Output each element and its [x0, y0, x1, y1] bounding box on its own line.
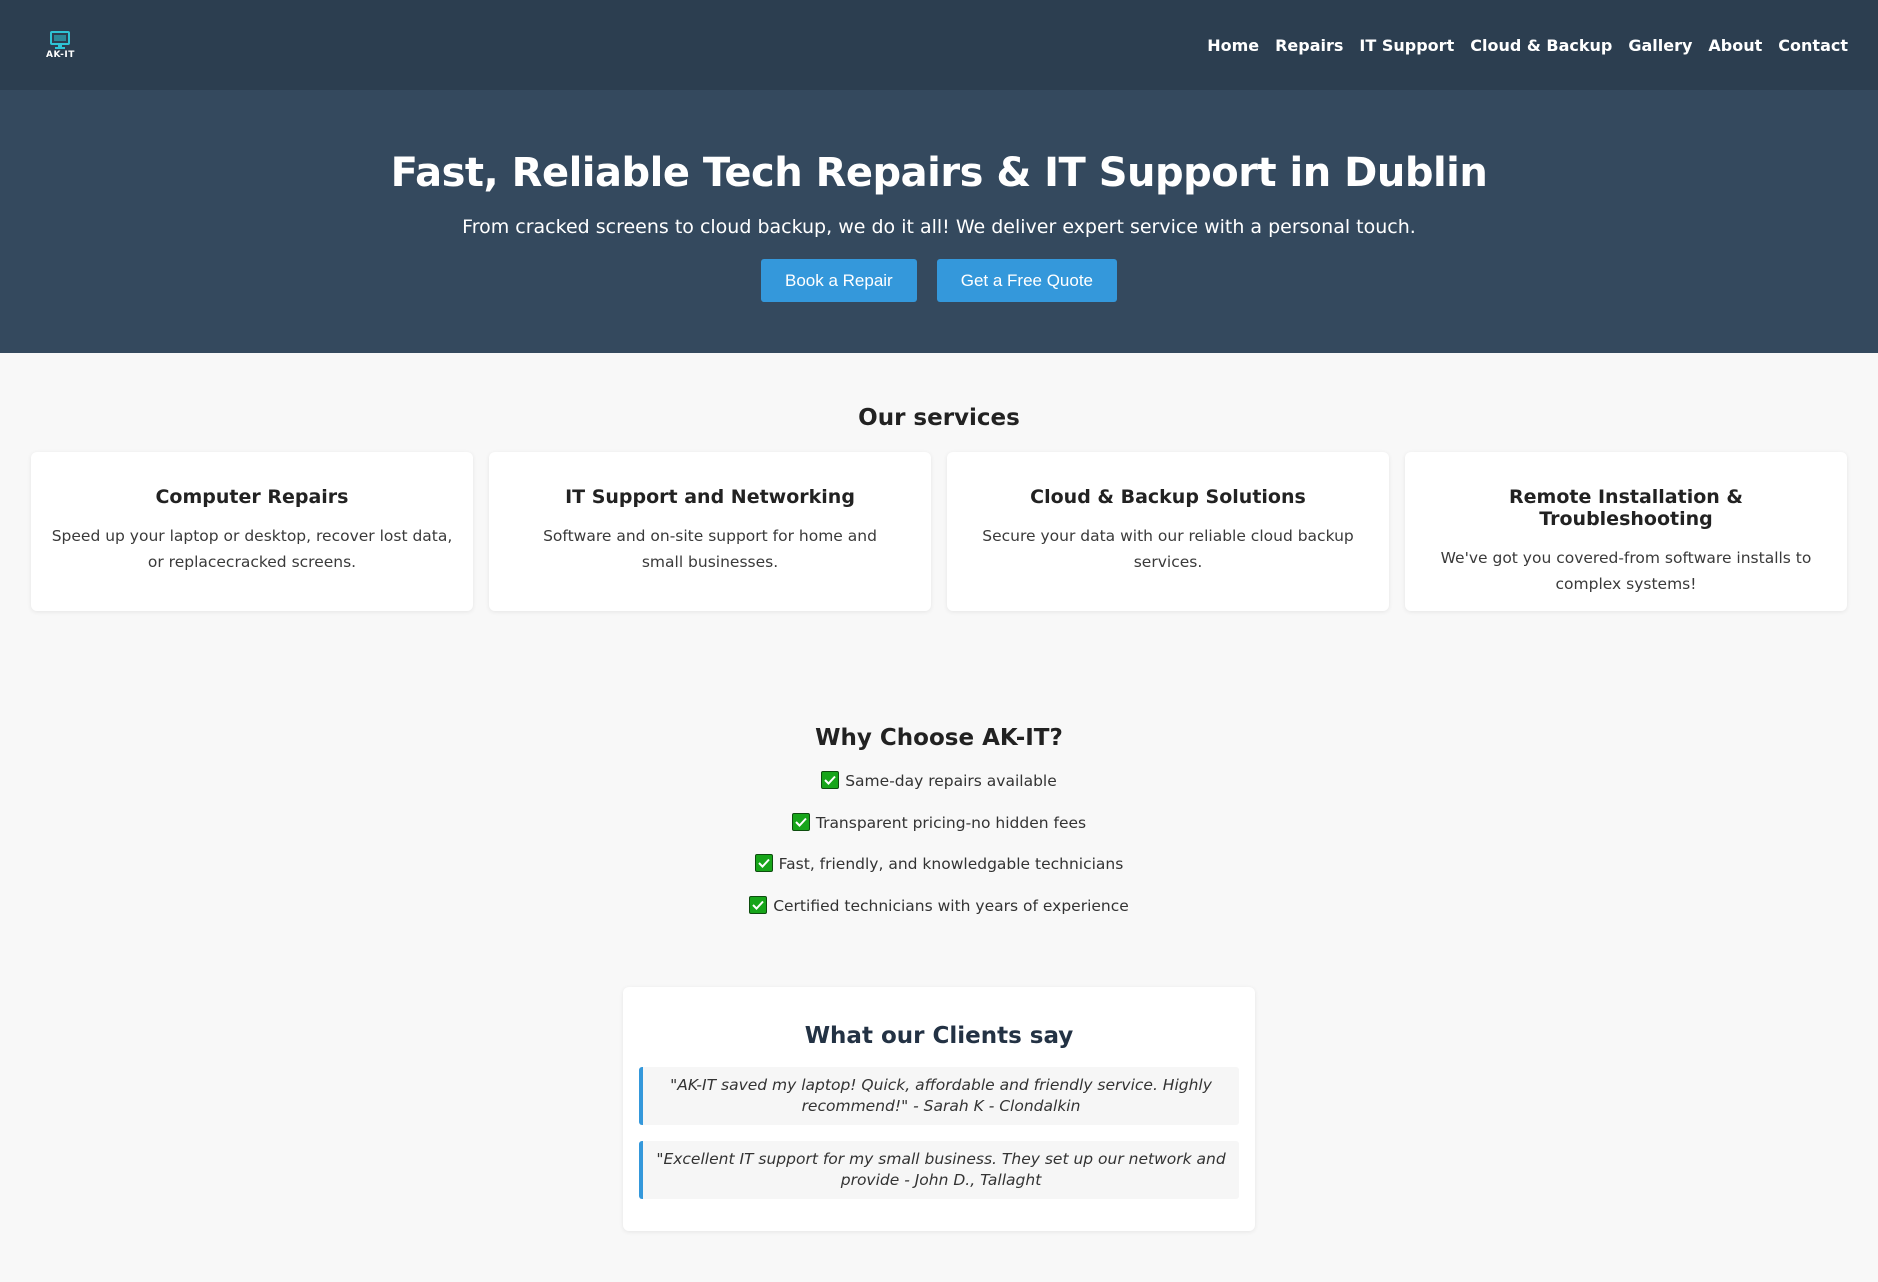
check-icon [749, 895, 768, 914]
service-card-it-support: IT Support and Networking Software and o… [489, 452, 931, 611]
check-icon [754, 854, 773, 872]
book-repair-button[interactable]: Book a Repair [760, 259, 917, 302]
nav-link-cloud-backup[interactable]: Cloud & Backup [1470, 36, 1612, 55]
logo-text: AK-IT [46, 49, 75, 60]
service-card-remote-installation: Remote Installation & Troubleshooting We… [1405, 452, 1847, 611]
list-item: Fast, friendly, and knowledgable technic… [0, 851, 1878, 893]
list-item: Transparent pricing-no hidden fees [0, 810, 1878, 852]
why-item-text: Transparent pricing-no hidden fees [815, 813, 1087, 832]
service-card-description: Software and on-site support for home an… [543, 527, 877, 571]
testimonials-title: What our Clients say [804, 1023, 1074, 1049]
why-item-text: Certified technicians with years of expe… [773, 896, 1129, 915]
navbar: AK-IT Home Repairs IT Support Cloud & Ba… [0, 0, 1878, 90]
testimonials-section: What our Clients say "AK-IT saved my lap… [623, 987, 1255, 1231]
list-item: Certified technicians with years of expe… [0, 893, 1878, 935]
service-card-title: Remote Installation & Troubleshooting [1509, 486, 1743, 530]
why-choose-list: Same-day repairs available Transparent p… [0, 768, 1878, 934]
monitor-icon [50, 30, 71, 49]
logo[interactable]: AK-IT [46, 30, 75, 60]
service-card-description: Secure your data with our reliable cloud… [982, 527, 1354, 571]
why-choose-section: Why Choose AK-IT? Same-day repairs avail… [0, 725, 1878, 934]
nav-link-it-support[interactable]: IT Support [1359, 36, 1454, 55]
list-item: Same-day repairs available [0, 768, 1878, 810]
why-item-text: Fast, friendly, and knowledgable technic… [778, 855, 1124, 873]
services-section: Our services Computer Repairs Speed up y… [0, 353, 1878, 611]
service-card-description: Speed up your laptop or desktop, recover… [51, 527, 453, 571]
service-card-title: Cloud & Backup Solutions [1030, 486, 1306, 508]
nav-link-repairs[interactable]: Repairs [1275, 36, 1343, 55]
main-nav: Home Repairs IT Support Cloud & Backup G… [1207, 36, 1848, 55]
hero-title: Fast, Reliable Tech Repairs & IT Support… [390, 150, 1488, 196]
hero-subtitle: From cracked screens to cloud backup, we… [462, 216, 1416, 238]
service-cards: Computer Repairs Speed up your laptop or… [0, 452, 1878, 611]
nav-link-gallery[interactable]: Gallery [1628, 36, 1692, 55]
why-item-text: Same-day repairs available [845, 772, 1057, 790]
testimonial-quote: "Excellent IT support for my small busin… [639, 1141, 1239, 1199]
nav-link-about[interactable]: About [1708, 36, 1762, 55]
service-card-title: IT Support and Networking [565, 486, 855, 508]
testimonial-quote: "AK-IT saved my laptop! Quick, affordabl… [639, 1067, 1239, 1125]
hero-buttons: Book a Repair Get a Free Quote [0, 259, 1878, 302]
service-card-cloud-backup: Cloud & Backup Solutions Secure your dat… [947, 452, 1389, 611]
hero-section: Fast, Reliable Tech Repairs & IT Support… [0, 90, 1878, 353]
service-card-title: Computer Repairs [155, 486, 349, 508]
services-title: Our services [858, 405, 1020, 431]
free-quote-button[interactable]: Get a Free Quote [936, 259, 1118, 302]
service-card-description: We've got you covered-from software inst… [1440, 549, 1812, 593]
why-choose-title: Why Choose AK-IT? [815, 725, 1063, 751]
check-icon [821, 771, 840, 789]
check-icon [791, 812, 810, 831]
service-card-computer-repairs: Computer Repairs Speed up your laptop or… [31, 452, 473, 611]
nav-link-contact[interactable]: Contact [1778, 36, 1848, 55]
nav-link-home[interactable]: Home [1207, 36, 1259, 55]
